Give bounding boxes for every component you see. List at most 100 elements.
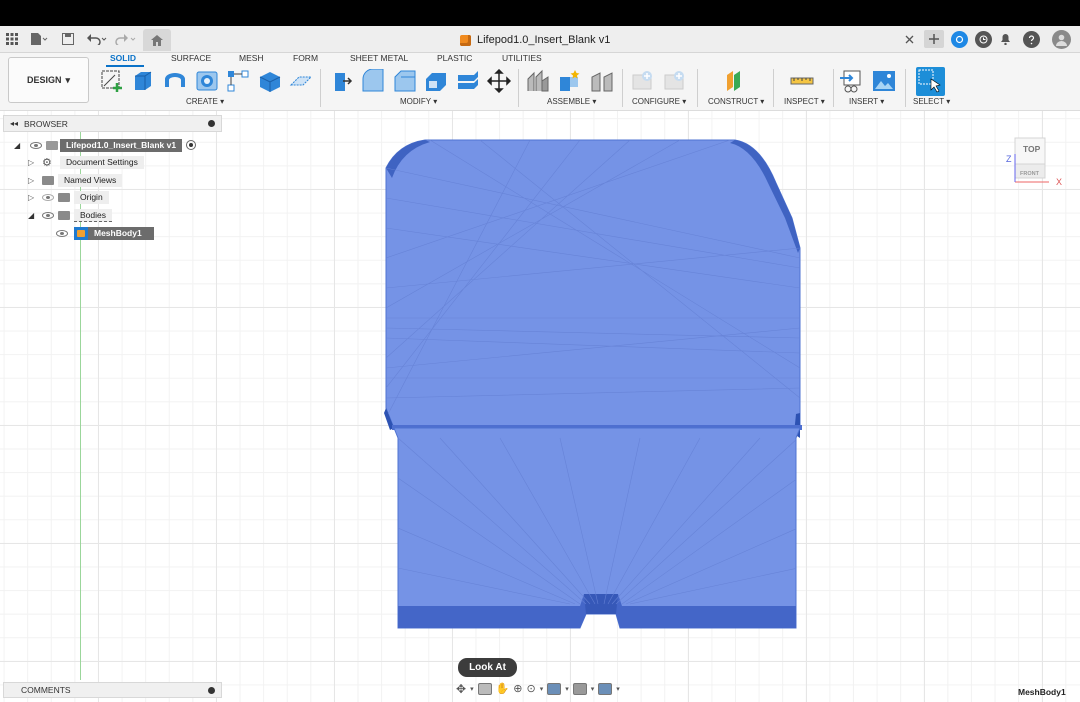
tab-mesh[interactable]: MESH: [239, 53, 264, 63]
undo-icon[interactable]: [86, 30, 108, 48]
browser-title: BROWSER: [24, 118, 68, 129]
insert-canvas-icon[interactable]: [872, 69, 896, 93]
configure-rule-icon[interactable]: [663, 69, 687, 93]
as-built-joint-icon[interactable]: [590, 69, 614, 93]
eye-icon[interactable]: [42, 211, 54, 219]
chamfer-icon[interactable]: [393, 69, 417, 93]
plane-icon[interactable]: [289, 69, 313, 93]
redo-icon[interactable]: [115, 30, 137, 48]
tab-sheet-metal[interactable]: SHEET METAL: [350, 53, 408, 63]
hole-icon[interactable]: [195, 69, 219, 93]
close-tab-icon[interactable]: [905, 30, 914, 48]
collapsed-triangle-icon[interactable]: ▷: [28, 176, 42, 185]
group-select[interactable]: SELECT ▾: [913, 97, 950, 106]
group-create[interactable]: CREATE ▾: [186, 97, 224, 106]
press-pull-icon[interactable]: [329, 69, 353, 93]
revolve-icon[interactable]: [163, 69, 187, 93]
workspace-switcher-button[interactable]: DESIGN ▾: [8, 57, 89, 103]
chevron-down-icon: ▾: [65, 74, 71, 85]
fillet-icon[interactable]: [361, 68, 385, 93]
zoom-icon[interactable]: ⊕: [513, 682, 522, 695]
axis-x-label: X: [1056, 177, 1063, 187]
look-at-icon[interactable]: [477, 682, 492, 695]
title-bar: Lifepod1.0_Insert_Blank v1: [0, 26, 1080, 53]
group-construct[interactable]: CONSTRUCT ▾: [708, 97, 764, 106]
eye-icon[interactable]: [56, 229, 68, 237]
configure-table-icon[interactable]: [631, 69, 655, 93]
comments-pin-icon[interactable]: [208, 687, 215, 694]
view-cube[interactable]: TOP FRONT Z X: [1006, 134, 1062, 187]
insert-derive-icon[interactable]: [840, 69, 864, 93]
box-icon[interactable]: [258, 69, 282, 93]
tab-solid[interactable]: SOLID: [110, 53, 136, 63]
extrude-icon[interactable]: [131, 69, 155, 93]
os-top-bar: [0, 0, 1080, 26]
expand-triangle-icon[interactable]: ◢: [14, 141, 30, 150]
job-status-icon[interactable]: [951, 31, 968, 48]
home-tab[interactable]: [143, 29, 171, 51]
viewports-icon[interactable]: [598, 682, 613, 695]
root-document-label[interactable]: Lifepod1.0_Insert_Blank v1: [60, 138, 183, 152]
help-icon[interactable]: [1023, 31, 1040, 48]
clock-icon[interactable]: [975, 31, 992, 48]
chevron-down-icon[interactable]: ▾: [565, 685, 569, 693]
offset-plane-icon[interactable]: [724, 69, 748, 93]
eye-icon[interactable]: [30, 141, 42, 149]
chevron-down-icon[interactable]: ▾: [540, 685, 544, 693]
measure-icon[interactable]: [790, 69, 814, 93]
grid-snap-icon[interactable]: [572, 682, 587, 695]
document-cube-icon: [460, 34, 471, 46]
chevron-down-icon[interactable]: ▾: [591, 685, 595, 693]
combine-icon[interactable]: [456, 69, 480, 93]
notification-bell-icon[interactable]: [1000, 30, 1011, 48]
save-icon[interactable]: [62, 30, 74, 48]
tab-utilities[interactable]: UTILITIES: [502, 53, 542, 63]
orbit-icon[interactable]: ✥: [456, 682, 466, 696]
display-settings-icon[interactable]: [547, 682, 562, 695]
comments-bar[interactable]: COMMENTS: [3, 682, 222, 698]
browser-pin-icon[interactable]: [208, 120, 215, 127]
tree-item-meshbody1[interactable]: MeshBody1: [56, 226, 154, 240]
new-tab-plus-icon[interactable]: [924, 30, 944, 48]
ribbon-toolbar: DESIGN ▾ SOLID SURFACE MESH FORM SHEET M…: [0, 53, 1080, 111]
tree-item-named-views[interactable]: ▷ Named Views: [28, 173, 123, 187]
collapsed-triangle-icon[interactable]: ▷: [28, 193, 42, 202]
move-icon[interactable]: [486, 68, 512, 94]
browser-header[interactable]: ◂◂ BROWSER: [3, 115, 222, 132]
app-grid-icon[interactable]: [6, 30, 18, 48]
tab-plastic[interactable]: PLASTIC: [437, 53, 472, 63]
select-cursor-icon[interactable]: [916, 67, 945, 96]
document-tab[interactable]: Lifepod1.0_Insert_Blank v1: [460, 31, 610, 49]
pan-hand-icon[interactable]: ✋: [496, 682, 510, 695]
radio-active-icon[interactable]: [186, 140, 197, 150]
shell-icon[interactable]: [424, 69, 448, 93]
expanded-triangle-icon[interactable]: ◢: [28, 211, 42, 220]
group-insert[interactable]: INSERT ▾: [849, 97, 884, 106]
user-avatar[interactable]: [1052, 30, 1071, 49]
tree-item-document-settings[interactable]: ▷ ⚙ Document Settings: [28, 155, 144, 169]
tree-item-origin[interactable]: ▷ Origin: [28, 190, 109, 204]
eye-hidden-icon[interactable]: [42, 193, 54, 201]
mesh-body[interactable]: [380, 138, 810, 633]
collapse-arrows-icon[interactable]: ◂◂: [10, 119, 18, 128]
create-sketch-icon[interactable]: [100, 69, 124, 93]
chevron-down-icon[interactable]: ▾: [470, 685, 474, 693]
tree-label: Document Settings: [60, 155, 144, 169]
chevron-down-icon[interactable]: ▾: [616, 685, 620, 693]
group-configure[interactable]: CONFIGURE ▾: [632, 97, 686, 106]
tree-root[interactable]: ◢ Lifepod1.0_Insert_Blank v1: [14, 138, 197, 152]
tab-surface[interactable]: SURFACE: [171, 53, 211, 63]
tab-form[interactable]: FORM: [293, 53, 318, 63]
group-inspect[interactable]: INSPECT ▾: [784, 97, 825, 106]
fit-zoom-icon[interactable]: ⊙: [527, 682, 536, 695]
group-assemble[interactable]: ASSEMBLE ▾: [547, 97, 596, 106]
document-title: Lifepod1.0_Insert_Blank v1: [477, 34, 611, 46]
rectangular-pattern-icon[interactable]: [226, 69, 250, 93]
viewcube-front-label: FRONT: [1020, 171, 1039, 177]
joint-icon[interactable]: [558, 69, 582, 93]
file-icon[interactable]: [30, 30, 48, 48]
group-modify[interactable]: MODIFY ▾: [400, 97, 437, 106]
new-component-icon[interactable]: [526, 69, 550, 93]
collapsed-triangle-icon[interactable]: ▷: [28, 158, 42, 167]
tree-item-bodies[interactable]: ◢ Bodies: [28, 208, 112, 222]
